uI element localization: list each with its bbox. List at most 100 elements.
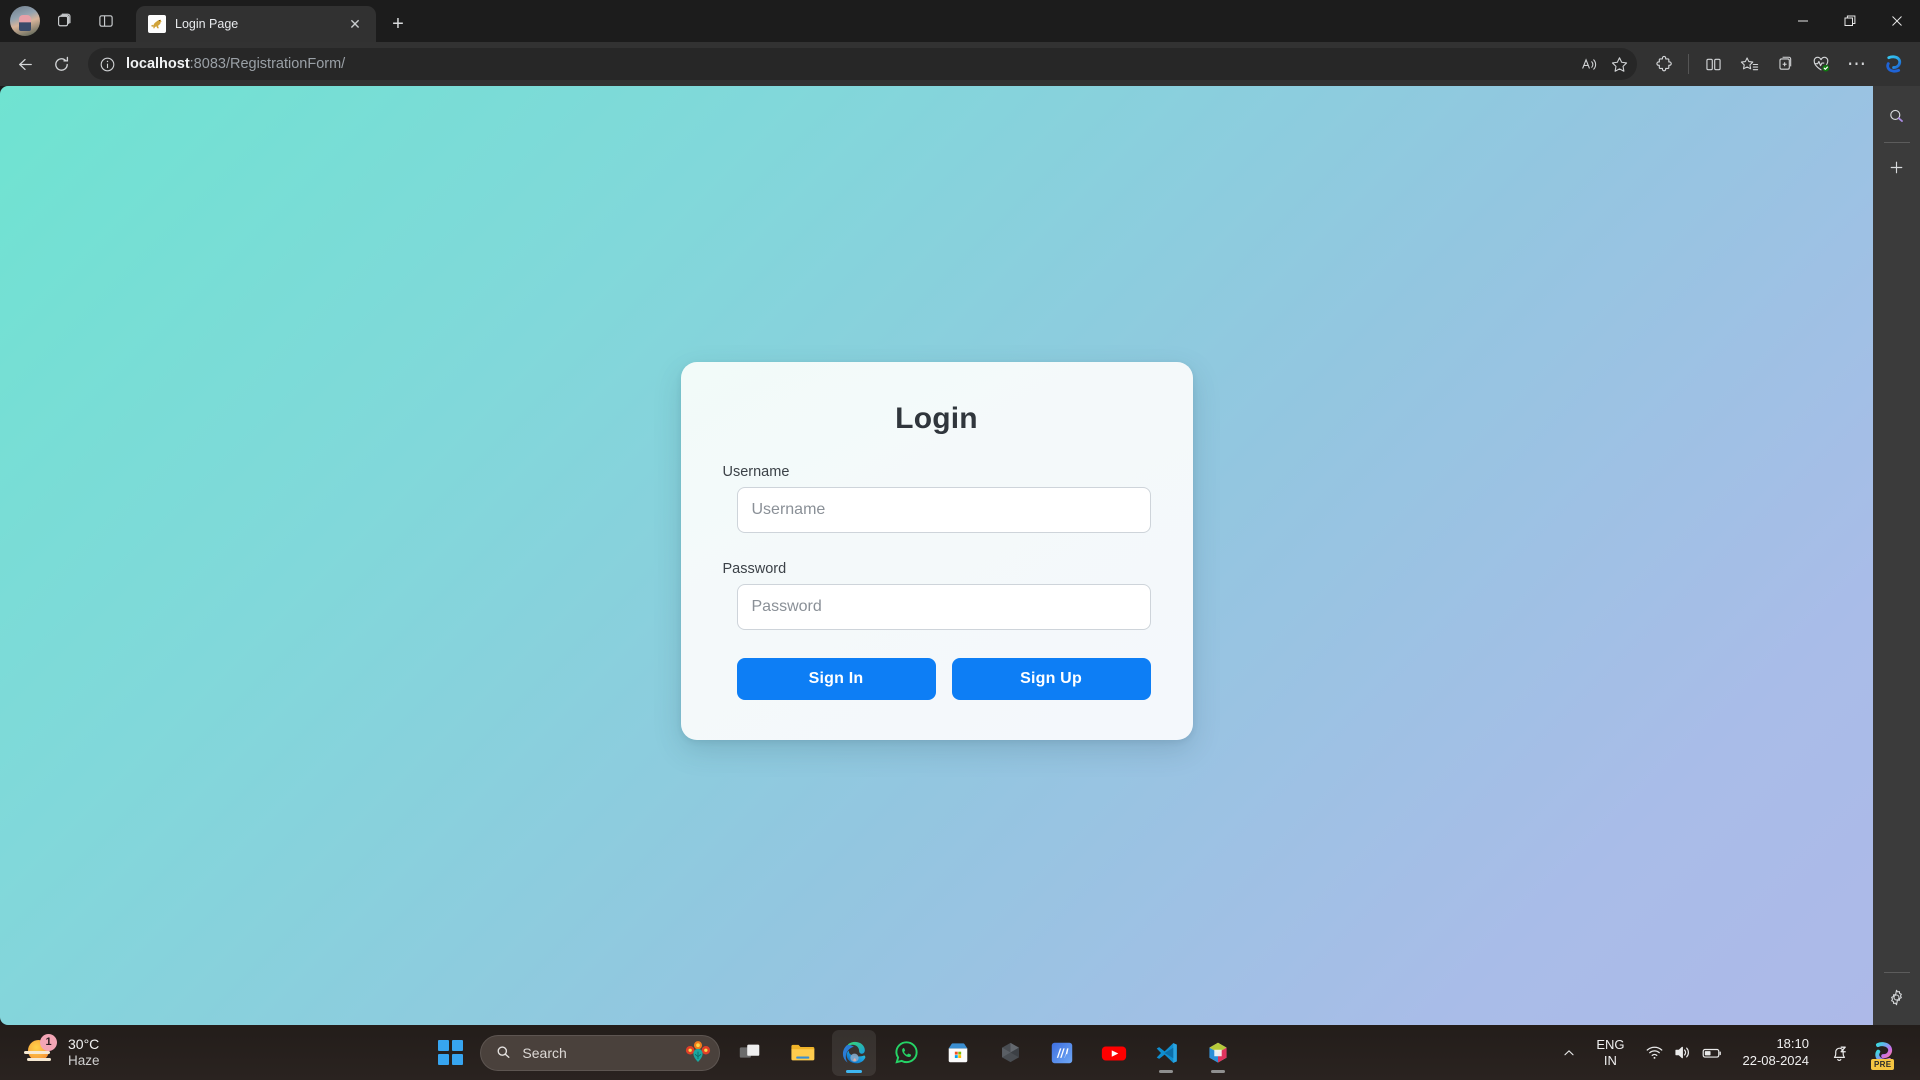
- sidebar-add-icon[interactable]: [1881, 151, 1913, 183]
- haze-sun-icon: 1: [24, 1033, 58, 1068]
- taskbar-app-microsoft-edge[interactable]: [832, 1029, 877, 1076]
- browser-window: Login Page ✕ + localhost:8083/Registrati…: [0, 0, 1920, 1080]
- browser-settings-icon[interactable]: ⋯: [1840, 47, 1874, 81]
- language-line-1: ENG: [1596, 1036, 1625, 1052]
- system-tray: ENG IN 18:10 22-08-2024 PRE: [1555, 1031, 1920, 1075]
- copilot-icon[interactable]: [1876, 47, 1912, 81]
- split-screen-icon[interactable]: [1696, 47, 1730, 81]
- notifications-do-not-disturb-icon[interactable]: [1822, 1031, 1856, 1075]
- weather-badge: 1: [40, 1033, 57, 1051]
- taskbar-app-vs-code[interactable]: [1144, 1030, 1188, 1076]
- restore-icon[interactable]: [1826, 0, 1873, 42]
- url-path: :8083/RegistrationForm/: [189, 56, 346, 72]
- volume-icon: [1674, 1046, 1689, 1059]
- whatsapp-icon: [895, 1041, 918, 1064]
- microsoft-store-icon: [949, 1042, 968, 1062]
- sign-up-button[interactable]: Sign Up: [951, 657, 1151, 700]
- wifi-icon: [1646, 1046, 1662, 1059]
- weather-text: 30°C Haze: [68, 1036, 100, 1069]
- running-indicator: [846, 1069, 863, 1073]
- password-label: Password: [722, 560, 787, 577]
- battery-icon: [1702, 1048, 1721, 1058]
- sign-in-button[interactable]: Sign In: [736, 657, 936, 700]
- taskbar-search[interactable]: [480, 1034, 721, 1071]
- address-bar[interactable]: localhost:8083/RegistrationForm/: [88, 48, 1637, 80]
- edge-icon: [842, 1041, 866, 1064]
- browser-tab[interactable]: Login Page ✕: [136, 6, 376, 42]
- login-card: Login Username Password Sign In Sign Up: [680, 361, 1193, 740]
- taskbar-app-whatsapp[interactable]: [884, 1030, 928, 1076]
- workspaces-icon[interactable]: [46, 4, 82, 38]
- taskbar-app-microsoft-store[interactable]: [936, 1030, 980, 1076]
- copilot-badge: PRE: [1871, 1058, 1895, 1070]
- avatar[interactable]: [10, 6, 40, 36]
- page-title: Login: [895, 401, 978, 435]
- taskbar-app-autodesk[interactable]: [1040, 1030, 1084, 1076]
- toolbar-divider: [1688, 54, 1689, 74]
- tab-actions-icon[interactable]: [88, 4, 124, 38]
- site-info-icon[interactable]: [94, 51, 120, 77]
- username-label: Username: [722, 463, 790, 480]
- sidebar-search-icon[interactable]: [1881, 100, 1913, 132]
- browser-titlebar: Login Page ✕ +: [0, 0, 1920, 42]
- taskbar-app-file-explorer[interactable]: [780, 1030, 824, 1076]
- running-indicator: [1211, 1069, 1226, 1073]
- taskbar-app-eclipse[interactable]: [1196, 1030, 1240, 1076]
- windows-taskbar: 1 30°C Haze Search ENG IN 18:10 22-08-20…: [0, 1025, 1920, 1080]
- rangoli-icon: [686, 1040, 711, 1062]
- username-field-group: Username: [723, 464, 1151, 533]
- address-bar-actions: [1575, 50, 1633, 78]
- weather-condition: Haze: [68, 1052, 100, 1068]
- taskbar-center: [114, 1029, 1556, 1076]
- tabstrip: Login Page ✕ +: [136, 0, 414, 42]
- show-hidden-icons-chevron-up-icon[interactable]: [1555, 1031, 1583, 1075]
- eclipse-icon: [1209, 1042, 1227, 1062]
- back-icon[interactable]: [8, 47, 42, 81]
- copilot-tray-button[interactable]: PRE: [1862, 1031, 1906, 1075]
- taskbar-app-task-view[interactable]: [728, 1030, 772, 1076]
- gear-icon[interactable]: [1881, 981, 1913, 1013]
- tomcat-icon: [148, 15, 166, 33]
- weather-widget[interactable]: 1 30°C Haze: [0, 1030, 114, 1076]
- extensions-icon[interactable]: [1647, 47, 1681, 81]
- page-viewport: Login Username Password Sign In Sign Up: [0, 86, 1873, 1025]
- start-button[interactable]: [428, 1031, 472, 1075]
- search-input[interactable]: [522, 1044, 676, 1061]
- language-text: ENG IN: [1596, 1037, 1624, 1069]
- field-spacer: [723, 539, 1151, 561]
- close-window-icon[interactable]: [1873, 0, 1920, 42]
- url-text: localhost:8083/RegistrationForm/: [120, 56, 1575, 72]
- minimize-icon[interactable]: [1779, 0, 1826, 42]
- collections-icon[interactable]: [1732, 47, 1766, 81]
- browser-essentials-icon[interactable]: [1804, 47, 1838, 81]
- search-icon: [497, 1046, 510, 1058]
- language-line-2: IN: [1603, 1052, 1617, 1068]
- tab-title: Login Page: [175, 17, 239, 31]
- new-tab-button[interactable]: +: [382, 8, 414, 40]
- favorite-star-icon[interactable]: [1605, 50, 1633, 78]
- vs-code-icon: [1157, 1042, 1178, 1063]
- task-view-icon: [740, 1044, 760, 1058]
- sidebar-bottom-divider: [1883, 972, 1910, 973]
- sidebar-divider: [1883, 142, 1910, 143]
- quick-settings-group[interactable]: [1638, 1031, 1730, 1075]
- refresh-icon[interactable]: [44, 47, 78, 81]
- password-input[interactable]: [736, 583, 1151, 630]
- windows-logo-icon: [437, 1040, 463, 1065]
- username-input[interactable]: [736, 486, 1151, 533]
- taskbar-app-youtube[interactable]: [1092, 1030, 1136, 1076]
- clock-time: 18:10: [1776, 1036, 1809, 1052]
- autodesk-icon: [1052, 1042, 1073, 1063]
- weather-temperature: 30°C: [68, 1036, 100, 1052]
- close-icon[interactable]: ✕: [344, 13, 366, 35]
- file-explorer-icon: [791, 1044, 815, 1061]
- taskbar-app-unity-hub[interactable]: [988, 1030, 1032, 1076]
- form-actions: Sign In Sign Up: [736, 657, 1151, 700]
- copilot-preview-icon: PRE: [1869, 1038, 1899, 1070]
- read-aloud-icon[interactable]: [1575, 50, 1603, 78]
- add-to-collections-icon[interactable]: [1768, 47, 1802, 81]
- language-indicator[interactable]: ENG IN: [1589, 1031, 1631, 1075]
- youtube-icon: [1102, 1045, 1127, 1060]
- url-host: localhost: [126, 56, 190, 72]
- clock-widget[interactable]: 18:10 22-08-2024: [1736, 1031, 1817, 1075]
